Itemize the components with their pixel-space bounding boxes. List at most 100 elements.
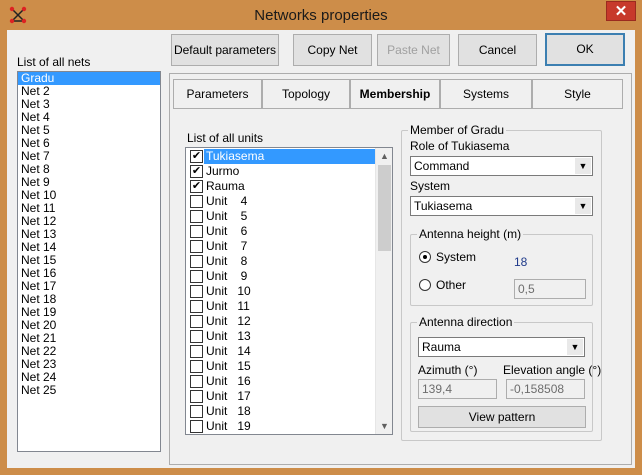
antenna-height-system-label: System <box>436 250 477 264</box>
unit-name: Unit 11 <box>206 299 250 313</box>
unit-name: Unit 16 <box>206 374 251 388</box>
unit-list-item[interactable]: ✔ Jurmo <box>186 164 392 179</box>
ok-button[interactable]: OK <box>545 33 625 66</box>
unit-name: Unit 17 <box>206 389 251 403</box>
checked-checkbox-icon[interactable]: ✔ <box>190 165 203 178</box>
system-select[interactable]: Tukiasema ▼ <box>410 196 593 216</box>
unit-name: Unit 13 <box>206 329 251 343</box>
tab-parameters[interactable]: Parameters <box>173 79 262 109</box>
antenna-direction-title: Antenna direction <box>417 315 515 329</box>
nets-list-label: List of all nets <box>17 55 91 69</box>
antenna-height-system-value: 18 <box>514 255 528 269</box>
unchecked-checkbox-icon[interactable] <box>190 360 203 373</box>
default-parameters-button[interactable]: Default parameters <box>171 34 279 66</box>
role-select-value: Command <box>414 159 470 173</box>
chevron-down-icon[interactable]: ▼ <box>575 198 591 214</box>
window-title: Networks properties <box>254 7 388 24</box>
unit-name: Jurmo <box>206 164 240 178</box>
units-list[interactable]: ✔ Tukiasema ✔ Jurmo ✔ Rauma Unit 4 Unit 5 Unit 6… <box>185 147 393 435</box>
unchecked-checkbox-icon[interactable] <box>190 390 203 403</box>
unit-list-item[interactable]: ✔ Tukiasema <box>186 149 392 164</box>
azimuth-field: 139,4 <box>418 379 497 399</box>
unit-list-item[interactable]: Unit 19 <box>186 419 392 434</box>
antenna-height-title: Antenna height (m) <box>417 227 524 241</box>
unit-name: Unit 18 <box>206 404 251 418</box>
unit-name: Unit 14 <box>206 344 251 358</box>
unit-list-item[interactable]: Unit 8 <box>186 254 392 269</box>
antenna-height-system-radio[interactable] <box>419 251 431 263</box>
unchecked-checkbox-icon[interactable] <box>190 285 203 298</box>
dialog-client: List of all nets Gradu Net 2 Net 3 Net 4 Net… <box>7 30 635 468</box>
unit-name: Unit 8 <box>206 254 248 268</box>
unchecked-checkbox-icon[interactable] <box>190 315 203 328</box>
unchecked-checkbox-icon[interactable] <box>190 270 203 283</box>
copy-net-button[interactable]: Copy Net <box>293 34 372 66</box>
title-bar: Networks properties ✕ <box>0 0 642 30</box>
scroll-thumb[interactable] <box>378 165 391 251</box>
unit-name: Rauma <box>206 179 245 193</box>
nets-list[interactable]: Gradu Net 2 Net 3 Net 4 Net 5 Net 6 Net 7 Net 8… <box>17 71 161 452</box>
unchecked-checkbox-icon[interactable] <box>190 405 203 418</box>
unchecked-checkbox-icon[interactable] <box>190 225 203 238</box>
role-select[interactable]: Command ▼ <box>410 156 593 176</box>
unchecked-checkbox-icon[interactable] <box>190 255 203 268</box>
unit-name: Tukiasema <box>204 149 376 164</box>
unit-name: Unit 19 <box>206 419 251 433</box>
unit-list-item[interactable]: ✔ Rauma <box>186 179 392 194</box>
antenna-height-other-input[interactable]: 0,5 <box>514 279 586 299</box>
unchecked-checkbox-icon[interactable] <box>190 330 203 343</box>
checked-checkbox-icon[interactable]: ✔ <box>190 180 203 193</box>
unit-list-item[interactable]: Unit 14 <box>186 344 392 359</box>
net-list-item[interactable]: Net 25 <box>18 384 160 397</box>
unit-list-item[interactable]: Unit 18 <box>186 404 392 419</box>
unit-name: Unit 4 <box>206 194 248 208</box>
system-label: System <box>410 179 451 193</box>
unit-list-item[interactable]: Unit 17 <box>186 389 392 404</box>
unit-name: Unit 7 <box>206 239 248 253</box>
units-list-label: List of all units <box>187 131 264 145</box>
paste-net-button[interactable]: Paste Net <box>377 34 450 66</box>
unchecked-checkbox-icon[interactable] <box>190 300 203 313</box>
unit-list-item[interactable]: Unit 5 <box>186 209 392 224</box>
unit-name: Unit 5 <box>206 209 248 223</box>
unit-list-item[interactable]: Unit 16 <box>186 374 392 389</box>
unit-list-item[interactable]: Unit 6 <box>186 224 392 239</box>
antenna-height-other-radio[interactable] <box>419 279 431 291</box>
unit-list-item[interactable]: Unit 15 <box>186 359 392 374</box>
unit-list-item[interactable]: Unit 11 <box>186 299 392 314</box>
checked-checkbox-icon[interactable]: ✔ <box>190 150 203 163</box>
unchecked-checkbox-icon[interactable] <box>190 210 203 223</box>
tab-systems[interactable]: Systems <box>440 79 532 109</box>
units-scrollbar[interactable]: ▲ ▼ <box>375 148 392 434</box>
scroll-down-icon[interactable]: ▼ <box>376 418 393 434</box>
view-pattern-button[interactable]: View pattern <box>418 406 586 428</box>
role-label: Role of Tukiasema <box>410 139 510 153</box>
unit-list-item[interactable]: Unit 9 <box>186 269 392 284</box>
unchecked-checkbox-icon[interactable] <box>190 375 203 388</box>
unit-name: Unit 12 <box>206 314 251 328</box>
antenna-height-other-label: Other <box>436 278 467 292</box>
unchecked-checkbox-icon[interactable] <box>190 345 203 358</box>
chevron-down-icon[interactable]: ▼ <box>575 158 591 174</box>
scroll-up-icon[interactable]: ▲ <box>376 148 393 164</box>
unit-list-item[interactable]: Unit 13 <box>186 329 392 344</box>
cancel-button[interactable]: Cancel <box>458 34 537 66</box>
tab-topology[interactable]: Topology <box>262 79 350 109</box>
unchecked-checkbox-icon[interactable] <box>190 195 203 208</box>
unit-list-item[interactable]: Unit 10 <box>186 284 392 299</box>
chevron-down-icon[interactable]: ▼ <box>567 339 583 355</box>
unit-list-item[interactable]: Unit 7 <box>186 239 392 254</box>
direction-target-select[interactable]: Rauma ▼ <box>418 337 585 357</box>
unit-name: Unit 9 <box>206 269 248 283</box>
unchecked-checkbox-icon[interactable] <box>190 420 203 433</box>
member-group-title: Member of Gradu <box>408 123 507 137</box>
system-select-value: Tukiasema <box>414 199 473 213</box>
unit-list-item[interactable]: Unit 12 <box>186 314 392 329</box>
tab-membership[interactable]: Membership <box>350 79 440 109</box>
unchecked-checkbox-icon[interactable] <box>190 240 203 253</box>
close-button[interactable]: ✕ <box>606 1 636 21</box>
tab-style[interactable]: Style <box>532 79 623 109</box>
unit-list-item[interactable]: Unit 4 <box>186 194 392 209</box>
azimuth-label: Azimuth (°) <box>418 363 478 377</box>
unit-name: Unit 6 <box>206 224 248 238</box>
